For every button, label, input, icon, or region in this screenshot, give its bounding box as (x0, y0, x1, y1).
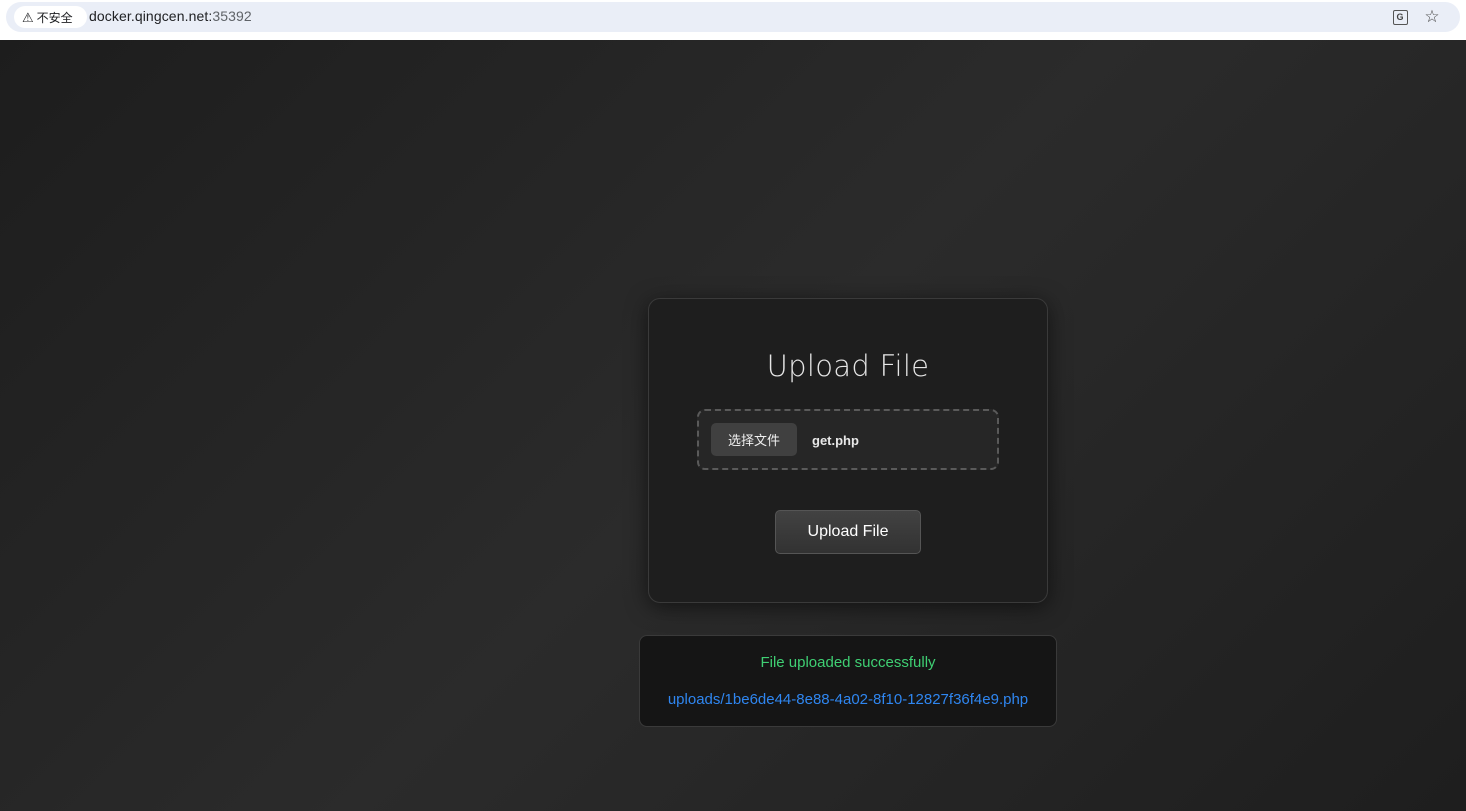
warning-icon: ⚠ (22, 9, 34, 25)
url-text[interactable]: docker.qingcen.net:35392 (89, 8, 252, 24)
uploaded-file-link[interactable]: uploads/1be6de44-8e88-4a02-8f10-12827f36… (640, 691, 1056, 708)
selected-file-name: get.php (812, 433, 859, 448)
page-body: Upload File 选择文件 get.php Upload File Fil… (0, 40, 1466, 811)
file-dropzone[interactable]: 选择文件 get.php (697, 409, 999, 470)
page-title: Upload File (766, 349, 930, 383)
browser-toolbar: ⚠ 不安全 docker.qingcen.net:35392 G ☆ (0, 0, 1466, 40)
upload-result-panel: File uploaded successfully uploads/1be6d… (639, 635, 1057, 727)
security-indicator[interactable]: ⚠ 不安全 (14, 6, 87, 28)
choose-file-button[interactable]: 选择文件 (711, 423, 797, 456)
upload-card: Upload File 选择文件 get.php Upload File (648, 298, 1048, 603)
security-label: 不安全 (36, 10, 73, 25)
star-icon[interactable]: ☆ (1423, 7, 1441, 26)
upload-file-button[interactable]: Upload File (775, 510, 921, 554)
url-host: docker.qingcen.net: (89, 8, 213, 24)
url-port: 35392 (212, 8, 252, 24)
address-bar[interactable]: ⚠ 不安全 docker.qingcen.net:35392 G ☆ (6, 2, 1460, 32)
translate-icon[interactable]: G (1391, 8, 1409, 26)
success-message: File uploaded successfully (760, 654, 936, 671)
